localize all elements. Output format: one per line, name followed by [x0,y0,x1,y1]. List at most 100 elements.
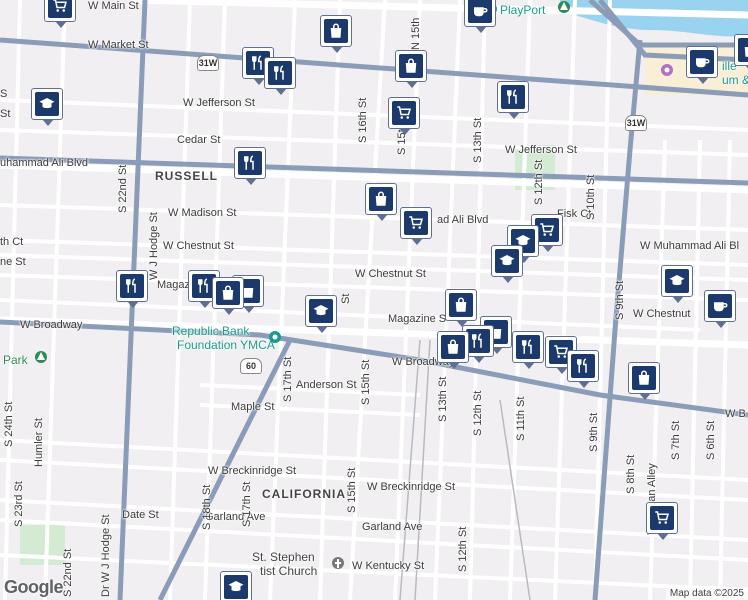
street-label-s-15th-s: S 15th St [346,467,358,513]
coffee-icon [714,302,728,312]
street-label-s-24th: S 24th St [3,401,15,447]
map-attribution[interactable]: Map data ©2025 [665,587,748,600]
restaurant-marker[interactable] [512,331,544,369]
street-label-s-11th: S 11th St [515,396,527,441]
river [560,0,748,37]
street-label-s-22nd-s: S 22nd St [62,548,74,597]
street-label-s-22nd: S 22nd St [117,164,129,213]
restaurant-icon [274,65,284,80]
cart-icon [409,216,423,229]
district-russell: RUSSELL [155,169,219,183]
bag-icon [744,47,748,57]
shopping-bag-marker[interactable] [445,289,477,327]
restaurant-marker[interactable] [567,350,599,388]
coffee-icon [696,58,710,68]
shopping-bag-marker[interactable] [628,362,660,400]
place-park[interactable]: Park [3,354,28,366]
school-icon [39,98,55,109]
restaurant-icon [507,89,517,104]
ymca-pin-icon[interactable] [268,330,282,346]
street-label-garland-w: Garland Ave [205,511,266,523]
shopping-bag-marker[interactable] [395,50,427,88]
street-label-st-edge: St [0,108,11,120]
street-label-w-chestnut-3: W Chestnut [633,308,691,320]
shopping-cart-marker[interactable] [400,207,432,245]
coffee-marker[interactable] [464,0,496,33]
street-label-s-12th-n: S 12th St [533,159,545,205]
street-label-chestnut-ct: th Ct [0,236,24,248]
place-church-line2[interactable]: tist Church [260,565,317,577]
street-label-w-kentucky: W Kentucky St [352,560,425,572]
restaurant-marker[interactable] [264,57,296,95]
street-label-w-broadway-e: W B [725,408,746,420]
school-marker[interactable] [661,265,693,303]
restaurant-icon [244,155,254,170]
route-shield-31w-a: 31W [197,55,219,71]
street-label-magazine-e: Magazine S [388,313,447,325]
street-label-s-16th: S 16th St [357,97,369,143]
shopping-bag-marker[interactable] [437,331,469,369]
street-label-dr-wj-hodge-s: Dr W J Hodge St [100,514,112,597]
street-label-anderson: Anderson St [296,379,357,391]
street-label-s-17th-s: S 17th St [241,481,253,527]
school-marker[interactable] [31,88,63,126]
place-playport[interactable]: PlayPort [500,4,545,16]
bag-icon [455,297,467,312]
street-label-s-9th-n: S 9th St [614,280,626,320]
street-label-s-6th: S 6th St [705,420,717,460]
coffee-marker[interactable] [686,46,718,84]
street-label-muhammad-ali-w: uhammad Ali Blvd [0,157,89,169]
street-label-s-13th-n: S 13th St [472,117,484,163]
school-icon [499,255,515,266]
bag-icon [375,191,387,206]
district-california: CALIFORNIA [262,487,346,501]
map-canvas[interactable]: W Main St W Market St W Jefferson St W J… [0,0,748,600]
shopping-cart-marker[interactable] [388,97,420,135]
street-label-muhammad-ali-mid: ad Ali Blvd [437,214,489,226]
school-marker[interactable] [305,295,337,333]
bag-icon [638,370,650,385]
restaurant-icon [577,358,587,373]
place-church-line1[interactable]: St. Stephen [252,551,315,563]
street-label-humler: Humler St [33,418,45,467]
park-tree-icon [35,351,47,363]
street-network [0,0,748,600]
route-shield-60: 60 [240,358,262,374]
shopping-cart-marker[interactable] [646,502,678,540]
street-label-s-23rd: S 23rd St [13,481,25,527]
shopping-bag-marker[interactable] [212,277,244,315]
restaurant-marker[interactable] [234,147,266,185]
street-label-ne-st: ne St [0,256,26,268]
shopping-bag-marker[interactable] [734,34,748,72]
school-marker[interactable] [491,245,523,283]
cart-icon [655,511,669,524]
place-ymca-line2[interactable]: Foundation YMCA [177,339,275,351]
street-label-s-10th: S 10th St [585,174,597,220]
place-ymca-line1[interactable]: Republic Bank [172,325,249,337]
shopping-bag-marker[interactable] [365,183,397,221]
street-label-s-12th-far: S 12th St [457,526,469,572]
bag-icon [330,23,342,38]
street-label-w-breckinridge-w: W Breckinridge St [208,465,297,477]
restaurant-marker[interactable] [497,81,529,119]
street-label-s-edge: S [0,88,8,100]
restaurant-marker[interactable] [116,270,148,308]
shopping-cart-marker[interactable] [44,0,76,28]
street-label-garland-e: Garland Ave [362,521,423,533]
street-label-cedar: Cedar St [177,134,221,146]
route-shield-31w-b: 31W [625,115,647,131]
cart-icon [397,106,411,119]
cart-icon [53,0,67,12]
school-marker[interactable] [220,571,252,600]
street-label-s-17th-n: S 17th St [282,356,294,402]
place-museum-line2[interactable]: um & [722,74,748,86]
church-icon [332,557,344,569]
shopping-bag-marker[interactable] [320,15,352,53]
street-label-w-jefferson-1: W Jefferson St [183,97,255,109]
street-label-w-market: W Market St [88,39,149,51]
restaurant-icon [472,333,482,348]
coffee-marker[interactable] [704,290,736,328]
street-label-n-15th: N 15th [410,17,422,50]
museum-icon [661,64,673,76]
bag-icon [447,339,459,354]
